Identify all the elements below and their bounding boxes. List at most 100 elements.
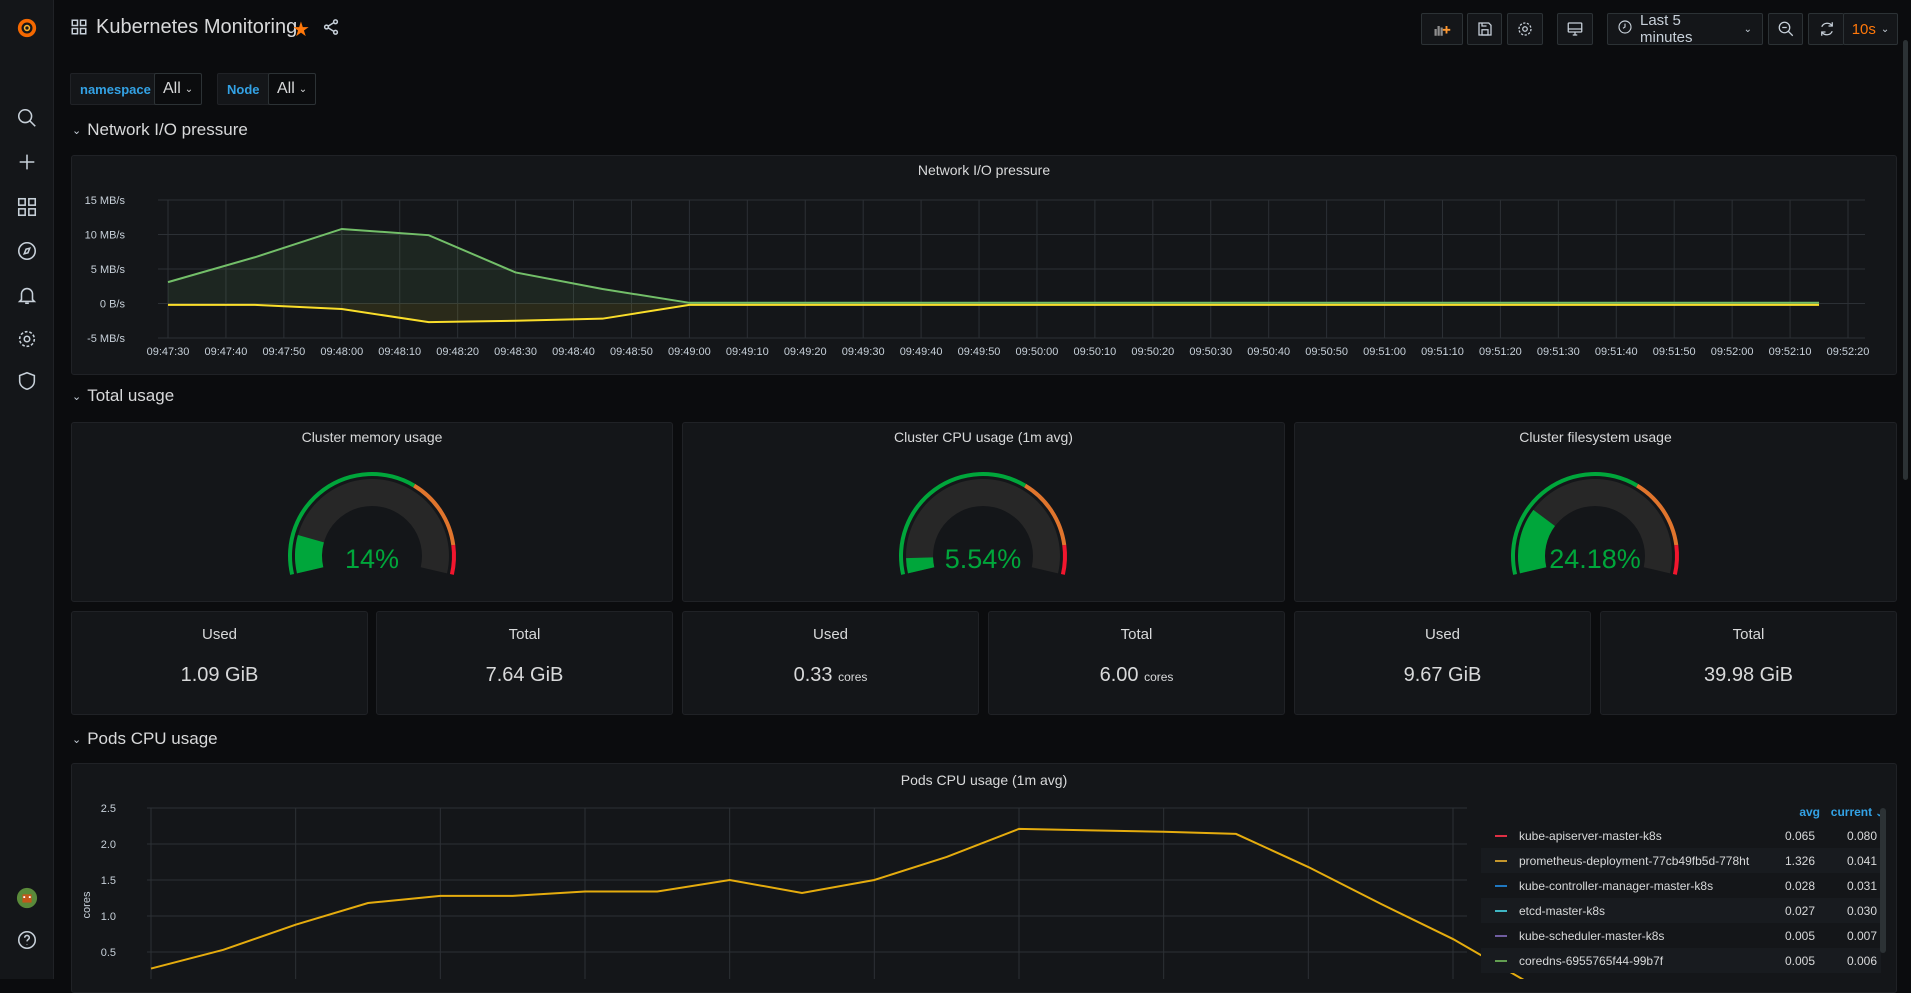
stat-value: 0.33 cores (683, 664, 978, 687)
node-select[interactable]: All ⌄ (268, 73, 317, 105)
plus-icon[interactable] (13, 148, 41, 176)
legend-series-name: kube-apiserver-master-k8s (1519, 828, 1662, 843)
legend-item[interactable]: kube-apiserver-master-k8s 0.065 0.080 (1481, 823, 1881, 848)
time-range-label: Last 5 minutes (1640, 12, 1693, 46)
panel-title[interactable]: Cluster CPU usage (1m avg) (683, 429, 1284, 445)
stat-number: 39.98 GiB (1704, 664, 1793, 686)
gauge-panel-filesystem: Cluster filesystem usage (1294, 422, 1897, 602)
panel-title[interactable]: Pods CPU usage (1m avg) (72, 772, 1896, 788)
legend-current: 0.080 (1846, 828, 1877, 843)
clock-icon (1617, 19, 1633, 39)
stat-number: 7.64 GiB (485, 664, 564, 686)
legend-current: 0.030 (1846, 903, 1877, 918)
legend-scrollbar[interactable] (1880, 808, 1886, 953)
gauge-panel-cpu: Cluster CPU usage (1m avg) (682, 422, 1285, 602)
bell-icon[interactable] (13, 281, 41, 309)
stat-title[interactable]: Used (72, 626, 367, 643)
stat-title[interactable]: Used (1295, 626, 1590, 643)
legend-header-avg[interactable]: avg (1760, 805, 1820, 819)
stat-title[interactable]: Total (1601, 626, 1896, 643)
legend-series-name: coredns-6955765f44-99b7f (1519, 953, 1664, 968)
stat-panel: Used 1.09 GiB (71, 611, 368, 715)
stat-number: 1.09 GiB (180, 664, 259, 686)
stat-title[interactable]: Total (377, 626, 672, 643)
series-color-swatch (1495, 834, 1507, 837)
series-color-swatch (1495, 909, 1507, 912)
stat-panel: Total 39.98 GiB (1600, 611, 1897, 715)
compass-icon[interactable] (13, 237, 41, 265)
row-network-io[interactable]: ⌄ Network I/O pressure (72, 120, 248, 140)
legend-series-name: kube-controller-manager-master-k8s (1519, 878, 1714, 893)
stat-title[interactable]: Used (683, 626, 978, 643)
chevron-down-icon: ⌄ (72, 390, 82, 403)
variable-label-namespace: namespace (70, 73, 161, 105)
panel-title[interactable]: Network I/O pressure (72, 162, 1896, 178)
namespace-select[interactable]: All ⌄ (154, 73, 203, 105)
avatar[interactable] (13, 884, 41, 912)
grafana-logo-icon[interactable] (13, 14, 41, 42)
stat-title[interactable]: Total (989, 626, 1284, 643)
legend-item[interactable]: coredns-6955765f44-99b7f 0.005 0.006 (1481, 948, 1881, 973)
stat-panel: Total 6.00 cores (988, 611, 1285, 715)
gear-icon[interactable] (13, 325, 41, 353)
dashboards-icon[interactable] (13, 193, 41, 221)
row-title: Pods CPU usage (87, 729, 218, 748)
search-icon[interactable] (13, 104, 41, 132)
time-picker-button[interactable]: Last 5 minutes ⌄ (1607, 12, 1763, 46)
stat-value: 1.09 GiB (72, 664, 367, 687)
page-scrollbar[interactable] (1903, 40, 1908, 480)
stat-panel: Total 7.64 GiB (376, 611, 673, 715)
panel-title[interactable]: Cluster filesystem usage (1295, 429, 1896, 445)
legend-avg: 0.027 (1784, 903, 1815, 918)
settings-button[interactable] (1507, 13, 1543, 45)
legend-series-name: etcd-master-k8s (1519, 903, 1606, 918)
tv-mode-button[interactable] (1557, 13, 1593, 45)
shield-icon[interactable] (13, 367, 41, 395)
help-icon[interactable] (13, 926, 41, 954)
legend-avg: 0.028 (1784, 878, 1815, 893)
legend-item[interactable]: kube-controller-manager-master-k8s 0.028 0… (1481, 873, 1881, 898)
row-title: Network I/O pressure (87, 120, 248, 139)
stat-unit: cores (1144, 670, 1174, 684)
series-color-swatch (1495, 934, 1507, 937)
row-pods-cpu[interactable]: ⌄ Pods CPU usage (72, 729, 218, 749)
stat-value: 6.00 cores (989, 664, 1284, 687)
legend-item[interactable]: prometheus-deployment-77cb49fb5d-778ht 1.… (1481, 848, 1881, 873)
network-io-panel: Network I/O pressure (71, 155, 1897, 375)
share-icon[interactable] (322, 18, 340, 41)
stat-value: 7.64 GiB (377, 664, 672, 687)
chevron-down-icon: ⌄ (298, 83, 308, 95)
stat-number: 0.33 (793, 664, 833, 686)
refresh-button[interactable] (1808, 13, 1844, 45)
row-total-usage[interactable]: ⌄ Total usage (72, 386, 174, 406)
dashboard-title[interactable]: Kubernetes Monitoring (96, 16, 297, 39)
legend-current: 0.007 (1846, 928, 1877, 943)
legend-header-current[interactable]: current ⌄ (1820, 805, 1883, 819)
zoom-out-button[interactable] (1768, 13, 1803, 45)
legend-item[interactable]: etcd-master-k8s 0.027 0.030 (1481, 898, 1881, 923)
stat-number: 6.00 (1099, 664, 1139, 686)
stat-value: 39.98 GiB (1601, 664, 1896, 687)
gauge-panel-memory: Cluster memory usage (71, 422, 673, 602)
stat-number: 9.67 GiB (1403, 664, 1482, 686)
refresh-interval-picker[interactable]: 10s ⌄ (1843, 13, 1898, 45)
namespace-value: All (163, 80, 181, 97)
chevron-down-icon: ⌄ (1743, 23, 1752, 35)
chevron-down-icon: ⌄ (72, 733, 82, 746)
variable-label-node: Node (217, 73, 270, 105)
save-dashboard-button[interactable] (1467, 13, 1502, 45)
add-panel-button[interactable] (1421, 13, 1463, 45)
series-color-swatch (1495, 884, 1507, 887)
legend-avg: 0.065 (1784, 828, 1815, 843)
row-title: Total usage (87, 386, 175, 405)
chevron-down-icon: ⌄ (72, 124, 82, 137)
dashboard-grid-icon (70, 18, 88, 36)
legend-current: 0.041 (1846, 853, 1877, 868)
panel-title[interactable]: Cluster memory usage (72, 429, 672, 445)
stat-panel: Used 0.33 cores (682, 611, 979, 715)
stat-panel: Used 9.67 GiB (1294, 611, 1591, 715)
stat-value: 9.67 GiB (1295, 664, 1590, 687)
legend-avg: 0.005 (1784, 953, 1815, 968)
star-icon[interactable]: ★ (292, 17, 310, 42)
legend-item[interactable]: kube-scheduler-master-k8s 0.005 0.007 (1481, 923, 1881, 948)
